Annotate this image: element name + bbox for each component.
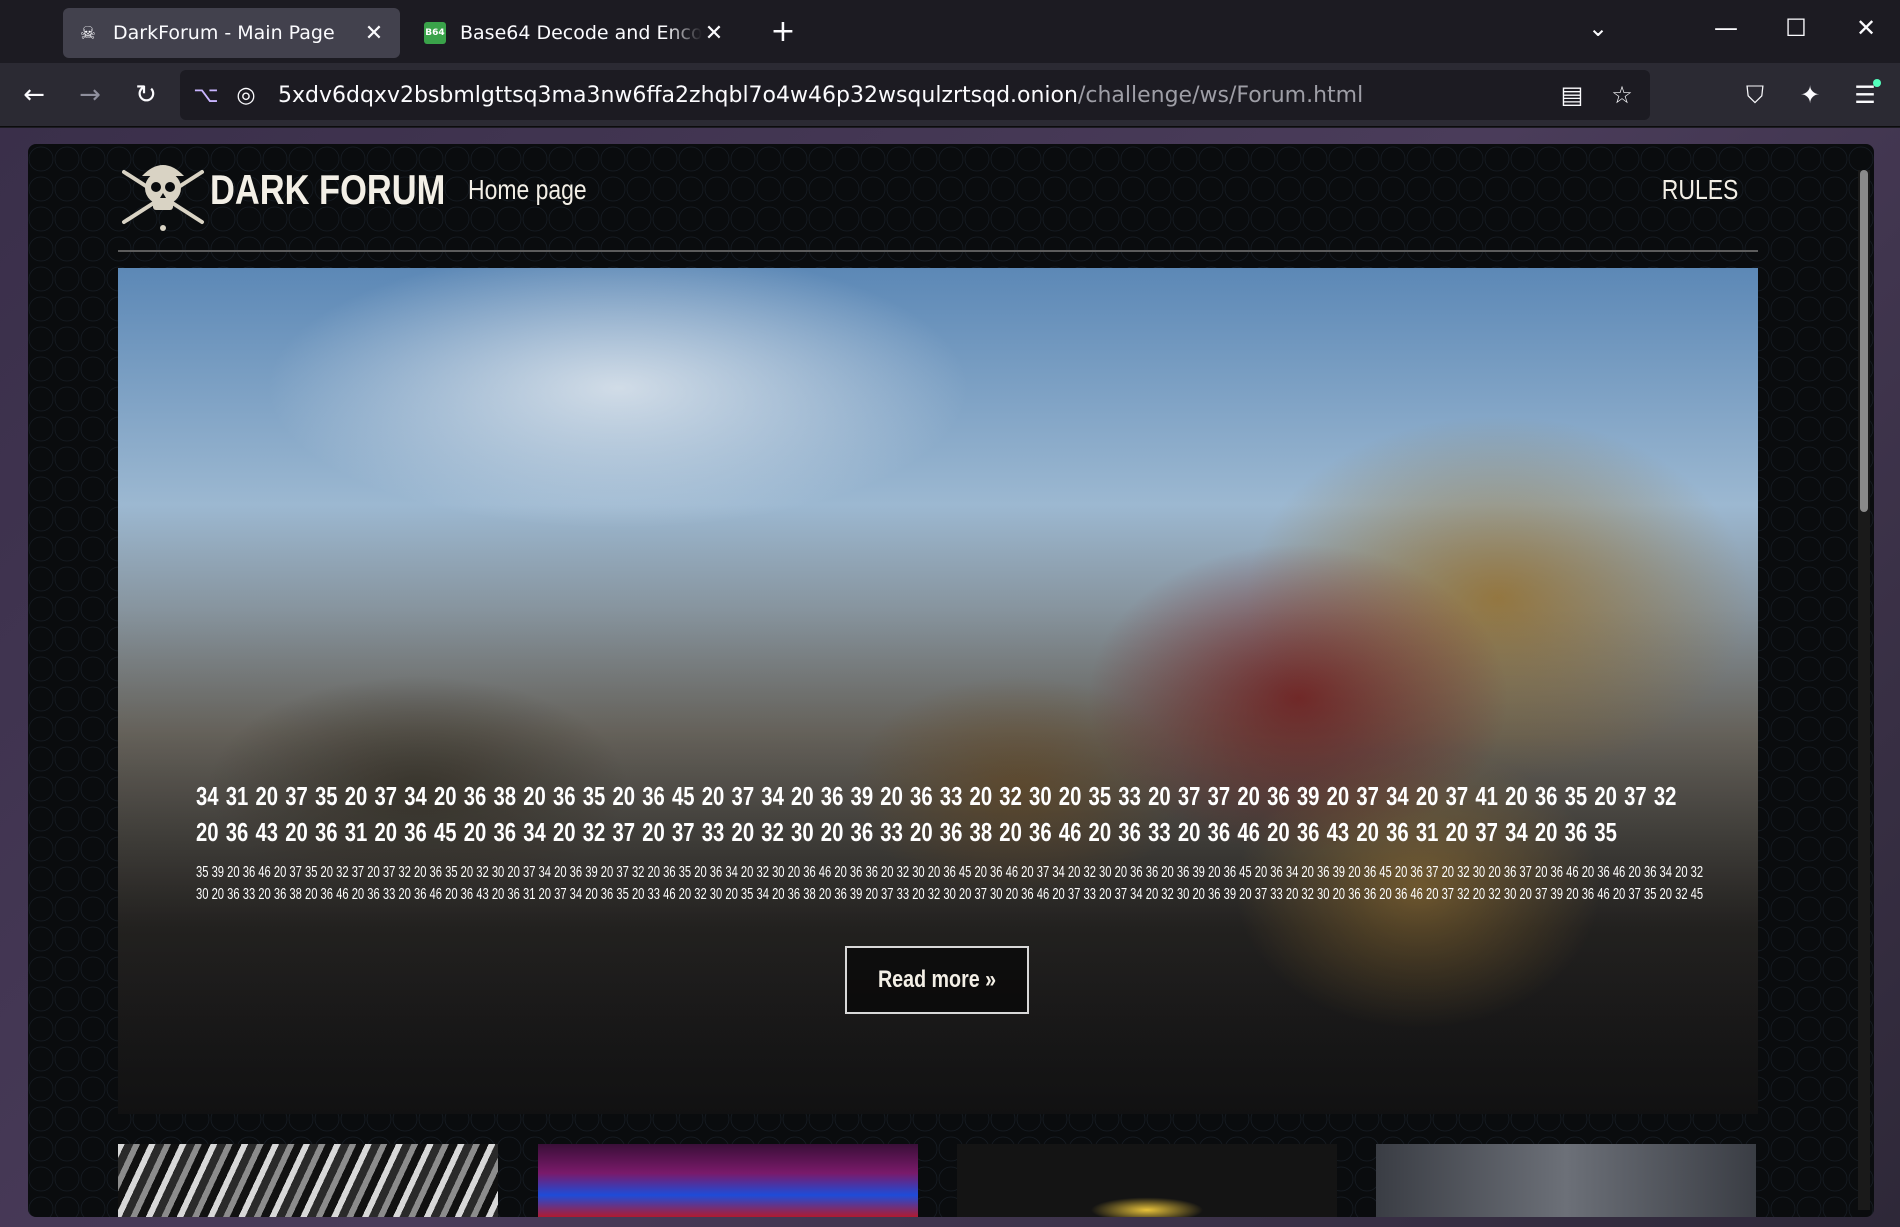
new-tab-button[interactable]: + — [765, 14, 801, 49]
close-tab-icon[interactable]: ✕ — [702, 21, 726, 46]
navigation-toolbar: ← → ↻ ⌥ ◎ 5xdv6dqxv2bsbmlgttsq3ma3nw6ffa… — [0, 63, 1900, 127]
site-header: DARK FORUM Home page RULES — [118, 144, 1758, 252]
url-text[interactable]: 5xdv6dqxv2bsbmlgttsq3ma3nw6ffa2zhqbl7o4w… — [278, 83, 1363, 108]
nav-rules-link[interactable]: RULES — [1661, 174, 1738, 206]
new-identity-icon[interactable]: ✦ — [1790, 75, 1830, 115]
minimize-icon[interactable]: — — [1706, 14, 1746, 42]
maximize-icon[interactable]: ☐ — [1776, 14, 1816, 42]
post-thumbnail-1[interactable] — [118, 1144, 498, 1217]
scrollbar-thumb[interactable] — [1860, 170, 1868, 512]
post-thumbnail-2[interactable] — [538, 1144, 918, 1217]
address-bar[interactable]: ⌥ ◎ 5xdv6dqxv2bsbmlgttsq3ma3nw6ffa2zhqbl… — [180, 70, 1650, 120]
onion-icon[interactable]: ◎ — [228, 77, 264, 113]
reader-view-icon[interactable]: ▤ — [1554, 81, 1590, 109]
read-more-button[interactable]: Read more » — [845, 946, 1029, 1014]
bookmark-star-icon[interactable]: ☆ — [1604, 81, 1640, 109]
read-more-label: Read more » — [877, 966, 997, 993]
site-brand[interactable]: DARK FORUM — [210, 166, 445, 214]
url-actions: ▤ ☆ — [1554, 70, 1640, 120]
back-icon[interactable]: ← — [14, 75, 54, 115]
nav-home-link[interactable]: Home page — [468, 174, 587, 206]
update-badge — [1873, 79, 1881, 87]
page-viewport: DARK FORUM Home page RULES 34 31 20 37 3… — [0, 128, 1900, 1227]
url-path: /challenge/ws/Forum.html — [1077, 82, 1364, 108]
close-tab-icon[interactable]: ✕ — [362, 21, 386, 46]
b64-icon: B64 — [424, 22, 446, 44]
circuit-icon[interactable]: ⌥ — [188, 77, 224, 113]
tab-title: Base64 Decode and Encode - Online — [460, 22, 702, 44]
hero-banner: 34 31 20 37 35 20 37 34 20 36 38 20 36 3… — [118, 268, 1758, 1114]
tab-bar: ☠ DarkForum - Main Page ✕ B64 Base64 Dec… — [0, 0, 1900, 63]
tab-title: DarkForum - Main Page — [113, 22, 335, 44]
reload-icon[interactable]: ↻ — [126, 75, 166, 115]
tab-darkforum[interactable]: ☠ DarkForum - Main Page ✕ — [63, 8, 400, 58]
forward-icon[interactable]: → — [70, 75, 110, 115]
hero-heading: 34 31 20 37 35 20 37 34 20 36 38 20 36 3… — [196, 781, 1677, 847]
close-window-icon[interactable]: ✕ — [1846, 14, 1886, 42]
post-thumbnail-3[interactable] — [957, 1144, 1337, 1217]
web-page: DARK FORUM Home page RULES 34 31 20 37 3… — [28, 144, 1874, 1217]
url-domain: 5xdv6dqxv2bsbmlgttsq3ma3nw6ffa2zhqbl7o4w… — [278, 82, 1078, 108]
pirate-skull-icon: ☠ — [79, 22, 97, 44]
shield-icon[interactable]: ⛉ — [1735, 75, 1775, 115]
post-thumbnail-4[interactable] — [1376, 1144, 1756, 1217]
hero-text: 35 39 20 36 46 20 37 35 20 32 37 20 37 3… — [196, 864, 1704, 903]
page-scrollbar[interactable] — [1858, 170, 1870, 1210]
tab-base64[interactable]: B64 Base64 Decode and Encode - Online ✕ — [410, 8, 740, 58]
list-all-tabs-icon[interactable]: ⌄ — [1578, 14, 1618, 42]
menu-icon[interactable]: ☰ — [1845, 75, 1885, 115]
pirate-skull-logo-icon — [122, 165, 204, 231]
